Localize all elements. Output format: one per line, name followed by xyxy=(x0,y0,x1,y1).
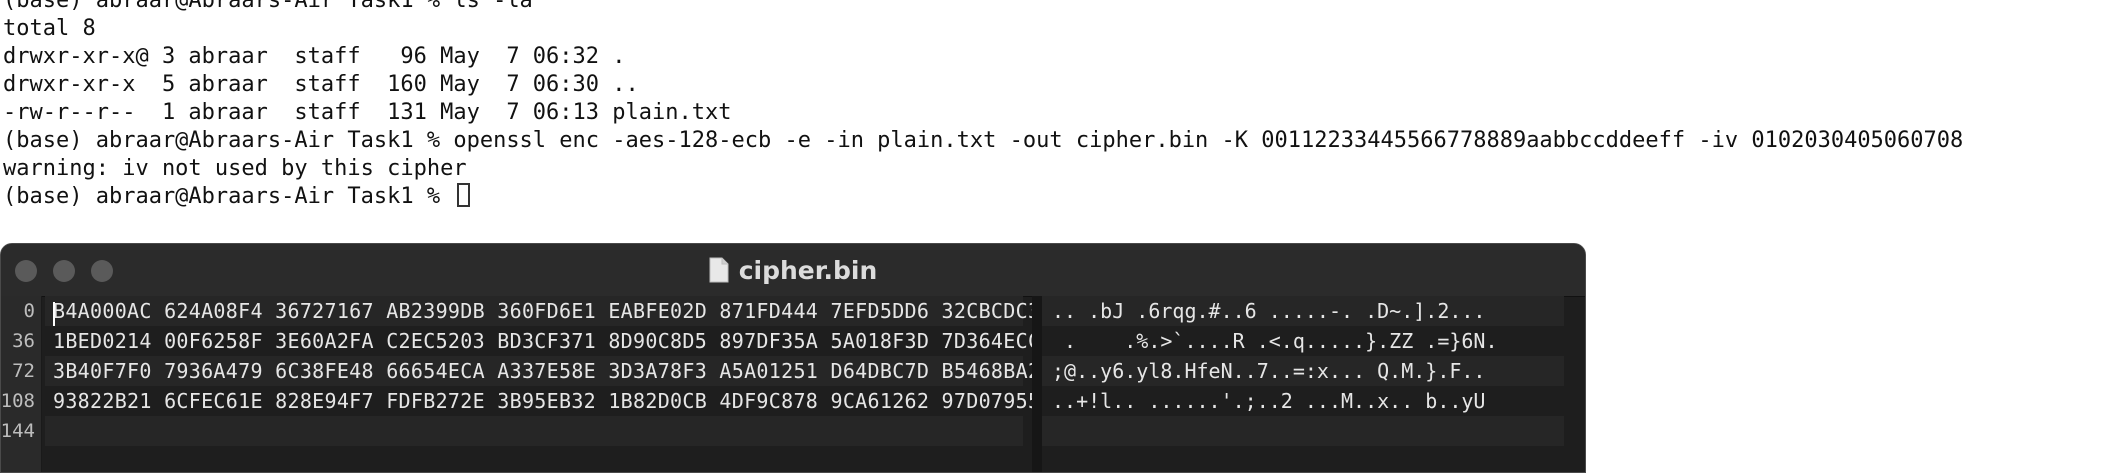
pane-divider[interactable] xyxy=(1032,296,1042,472)
document-icon xyxy=(709,257,729,283)
terminal-prompt-line[interactable]: (base) abraar@Abraars-Air Task1 % xyxy=(3,183,471,211)
row-background xyxy=(1042,416,1564,446)
ascii-row[interactable]: . .%.>`....R .<.q.....}.ZZ .=}6N. xyxy=(1052,326,1498,356)
offset-column: 0 36 72 108 144 xyxy=(1,296,42,472)
terminal-line: drwxr-xr-x 5 abraar staff 160 May 7 06:3… xyxy=(3,72,639,97)
terminal-prompt: (base) abraar@Abraars-Air Task1 % xyxy=(3,184,454,209)
hex-row[interactable]: 93822B21 6CFEC61E 828E94F7 FDFB272E 3B95… xyxy=(53,386,1040,416)
hex-row[interactable]: 3B40F7F0 7936A479 6C38FE48 66654ECA A337… xyxy=(53,356,1040,386)
offset-label: 108 xyxy=(0,390,35,412)
terminal-cursor xyxy=(457,183,471,207)
offset-label: 72 xyxy=(12,360,35,382)
hex-row[interactable]: 1BED0214 00F6258F 3E60A2FA C2EC5203 BD3C… xyxy=(53,326,1040,356)
text-caret xyxy=(53,302,55,326)
row-background xyxy=(45,416,1023,446)
terminal-line: (base) abraar@Abraars-Air Task1 % ls -la xyxy=(3,0,533,13)
ascii-row[interactable]: .. .bJ .6rqg.#..6 .....-. .D~.].2... xyxy=(1052,296,1485,326)
offset-label: 144 xyxy=(0,420,35,442)
window-title: cipher.bin xyxy=(738,255,878,285)
offset-label: 0 xyxy=(23,300,35,322)
terminal-command-line: (base) abraar@Abraars-Air Task1 % openss… xyxy=(3,128,1964,153)
hex-row[interactable]: B4A000AC 624A08F4 36727167 AB2399DB 360F… xyxy=(53,296,1040,326)
terminal-warning-line: warning: iv not used by this cipher xyxy=(3,156,467,181)
terminal-line: drwxr-xr-x@ 3 abraar staff 96 May 7 06:3… xyxy=(3,44,626,69)
terminal-line: total 8 xyxy=(3,16,96,41)
ascii-row[interactable]: ..+!l.. ......'.;..2 ...M..x.. b..yU xyxy=(1052,386,1485,416)
ascii-row[interactable]: ;@..y6.yl8.HfeN..7..=:x... Q.M.}.F.. xyxy=(1052,356,1485,386)
hex-pane[interactable]: B4A000AC 624A08F4 36727167 AB2399DB 360F… xyxy=(45,296,1040,472)
ascii-pane[interactable]: .. .bJ .6rqg.#..6 .....-. .D~.].2... . .… xyxy=(1042,296,1564,472)
offset-label: 36 xyxy=(12,330,35,352)
hex-viewer-window[interactable]: cipher.bin 0 36 72 108 144 B4A000AC 624A… xyxy=(0,243,1586,473)
window-titlebar[interactable]: cipher.bin xyxy=(1,244,1585,297)
terminal-line: -rw-r--r-- 1 abraar staff 131 May 7 06:1… xyxy=(3,100,732,125)
